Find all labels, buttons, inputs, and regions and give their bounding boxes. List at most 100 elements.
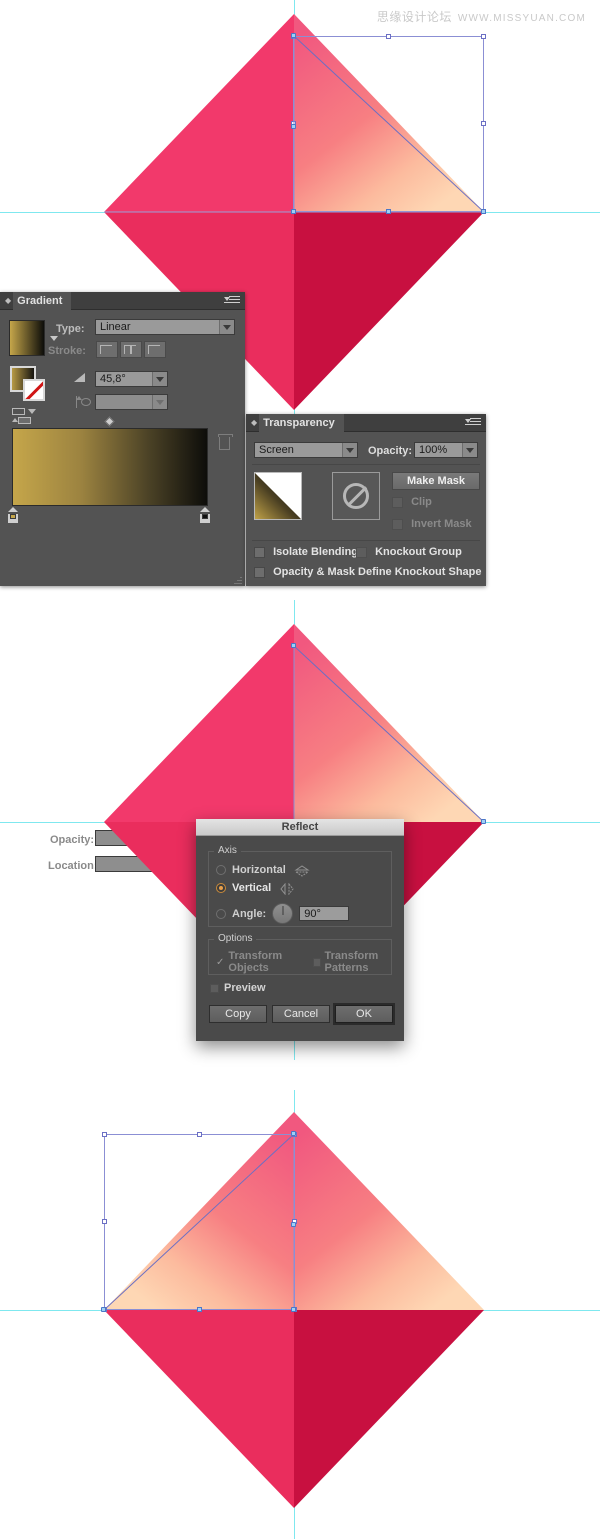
quadrant-top-right: [294, 14, 484, 212]
gradient-reverse-icon[interactable]: [12, 408, 36, 426]
angle-dial[interactable]: [272, 903, 294, 924]
clip-checkbox[interactable]: [392, 496, 403, 508]
gradient-angle-icon: [74, 373, 85, 382]
anchor-point-mid-left[interactable]: [291, 124, 296, 129]
isolate-blending-row[interactable]: Isolate Blending: [254, 546, 358, 558]
quadrant-3-bottom-left: [104, 1310, 294, 1508]
collapse-arrows-icon-2[interactable]: ◆: [251, 414, 257, 432]
anchor-3-mid-bottom[interactable]: [197, 1307, 202, 1312]
knockout-shape-row[interactable]: Opacity & Mask Define Knockout Shape: [254, 566, 482, 578]
gradient-type-select[interactable]: Linear: [95, 319, 235, 335]
gradient-stop-end[interactable]: [200, 507, 210, 523]
divider-1: [252, 464, 480, 465]
anchor-3-mid[interactable]: [291, 1222, 296, 1227]
quadrant-3-top-left: [104, 1112, 294, 1310]
angle-label: Angle:: [232, 907, 267, 920]
make-mask-label: Make Mask: [406, 475, 466, 487]
transform-objects-label: Transform Objects: [228, 950, 283, 974]
transparency-panel-title: Transparency: [259, 413, 344, 432]
clip-checkbox-row[interactable]: Clip: [392, 496, 432, 508]
angle-input[interactable]: 90°: [299, 906, 350, 921]
reflect-dialog-titlebar[interactable]: Reflect: [196, 819, 404, 836]
knockout-group-row[interactable]: Knockout Group: [356, 546, 462, 558]
angle-radio-row[interactable]: Angle: 90°: [216, 903, 350, 924]
ok-button[interactable]: OK: [335, 1005, 393, 1023]
gradient-panel[interactable]: ◆ Gradient Type: Linear Stroke: 45,8° Op…: [0, 291, 245, 872]
quadrant-bottom-right: [294, 212, 484, 410]
panel-menu-icon-2[interactable]: [465, 418, 481, 429]
knockout-shape-checkbox[interactable]: [254, 566, 265, 578]
delete-stop-icon[interactable]: [218, 434, 233, 450]
gradient-type-caret-icon[interactable]: [219, 320, 234, 334]
mask-thumbnail[interactable]: [332, 472, 380, 520]
blend-mode-caret-icon[interactable]: [342, 443, 357, 457]
blend-mode-select[interactable]: Screen: [254, 442, 358, 458]
gradient-angle-value: 45,8°: [100, 373, 126, 385]
preview-checkbox[interactable]: [210, 983, 219, 993]
reflect-dialog-title: Reflect: [281, 821, 319, 833]
transparency-opacity-input[interactable]: 100%: [414, 442, 478, 458]
transparency-opacity-caret-icon[interactable]: [462, 443, 477, 457]
quadrant-2-top-right: [294, 624, 484, 822]
transparency-panel-header[interactable]: ◆ Transparency: [246, 413, 486, 432]
stroke-within-button[interactable]: [96, 341, 118, 358]
knockout-group-label: Knockout Group: [375, 546, 462, 558]
gradient-location-label: Location:: [48, 860, 98, 872]
invert-mask-checkbox[interactable]: [392, 518, 403, 530]
transform-objects-checkbox[interactable]: ✓: [216, 957, 224, 968]
vertical-radio-row[interactable]: Vertical: [216, 882, 295, 895]
transparency-panel[interactable]: ◆ Transparency Screen Opacity: 100% Make…: [246, 413, 486, 586]
blend-mode-value: Screen: [259, 444, 294, 456]
anchor-3-top[interactable]: [291, 1131, 296, 1136]
anchor-3-center[interactable]: [291, 1307, 296, 1312]
anchor-point-mid-bottom[interactable]: [386, 209, 391, 214]
knockout-group-checkbox[interactable]: [356, 546, 367, 558]
panel-menu-icon[interactable]: [224, 296, 240, 307]
gradient-angle-caret-icon[interactable]: [152, 372, 167, 386]
ok-label: OK: [356, 1008, 372, 1020]
horizontal-radio-row[interactable]: Horizontal: [216, 864, 310, 877]
gradient-angle-input[interactable]: 45,8°: [95, 371, 168, 387]
cancel-button[interactable]: Cancel: [272, 1005, 330, 1023]
gradient-midpoint-marker[interactable]: [104, 416, 115, 427]
gradient-aspect-input[interactable]: [95, 394, 168, 410]
transform-objects-row[interactable]: ✓ Transform Objects Transform Patterns: [216, 950, 404, 974]
reflect-horizontal-icon: [294, 864, 310, 877]
gradient-panel-header[interactable]: ◆ Gradient: [0, 291, 245, 310]
vertical-radio[interactable]: [216, 883, 226, 893]
preview-row[interactable]: Preview: [210, 982, 266, 994]
gradient-slider-bar[interactable]: [12, 428, 208, 506]
preview-label: Preview: [224, 982, 266, 994]
anchor-point-right[interactable]: [481, 209, 486, 214]
gradient-swatch-dropdown-icon[interactable]: [50, 336, 58, 341]
angle-radio[interactable]: [216, 908, 226, 919]
diamond-artwork-3: [101, 1112, 484, 1508]
gradient-opacity-label: Opacity:: [50, 834, 95, 846]
make-mask-button[interactable]: Make Mask: [392, 472, 480, 490]
transform-patterns-checkbox[interactable]: [312, 957, 321, 967]
anchor-3-left[interactable]: [101, 1307, 106, 1312]
isolate-blending-label: Isolate Blending: [273, 546, 359, 558]
stroke-across-button[interactable]: [144, 341, 166, 358]
object-thumbnail[interactable]: [254, 472, 302, 520]
stroke-indicator[interactable]: [23, 379, 45, 401]
reflect-dialog[interactable]: Reflect Axis Horizontal Vertical Angle: …: [196, 819, 404, 1041]
anchor-point-top[interactable]: [291, 33, 296, 38]
clip-label: Clip: [411, 496, 432, 508]
stroke-centered-button[interactable]: [120, 341, 142, 358]
gradient-aspect-caret-icon[interactable]: [152, 395, 167, 409]
collapse-arrows-icon[interactable]: ◆: [5, 292, 11, 310]
isolate-blending-checkbox[interactable]: [254, 546, 265, 558]
horizontal-radio[interactable]: [216, 865, 226, 875]
quadrant-top-left: [104, 14, 294, 212]
anchor-point-center[interactable]: [291, 209, 296, 214]
anchor-2-right[interactable]: [481, 819, 486, 824]
gradient-fill-swatch[interactable]: [9, 320, 45, 356]
panel-resize-grip[interactable]: [234, 576, 242, 584]
anchor-2-top[interactable]: [291, 643, 296, 648]
gradient-stop-start[interactable]: [8, 507, 18, 523]
transparency-opacity-label: Opacity:: [368, 445, 413, 457]
copy-button[interactable]: Copy: [209, 1005, 267, 1023]
transform-patterns-label: Transform Patterns: [324, 950, 379, 974]
invert-mask-checkbox-row[interactable]: Invert Mask: [392, 518, 472, 530]
